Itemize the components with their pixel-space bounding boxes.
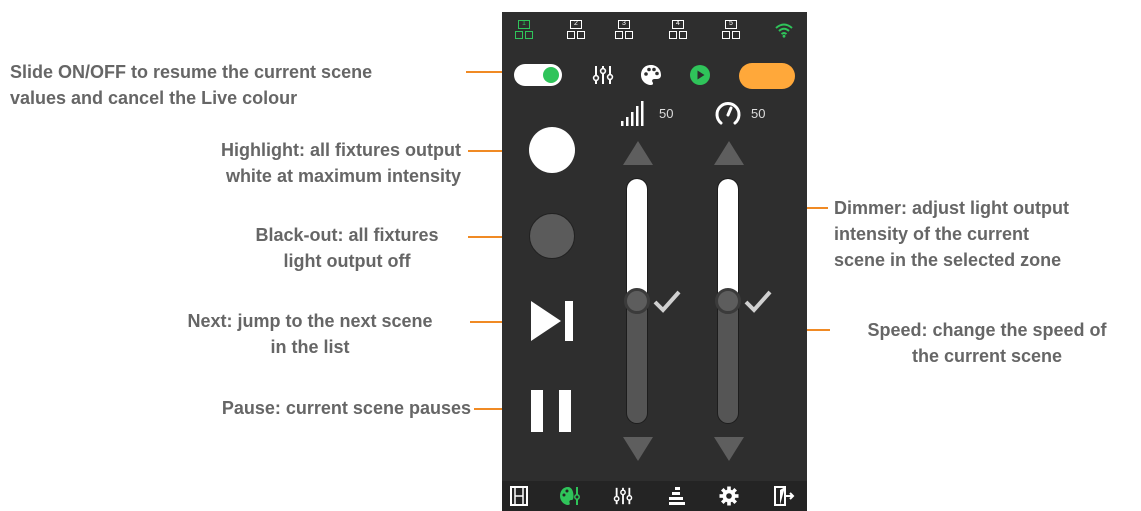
sliders-icon[interactable]: [592, 64, 614, 86]
toggle-knob: [543, 67, 559, 83]
palette-settings-icon[interactable]: [559, 485, 581, 507]
zone-3-button[interactable]: 3: [615, 20, 633, 40]
speed-confirm-check-icon[interactable]: [743, 288, 773, 314]
bottom-nav: [502, 481, 807, 511]
speed-down-arrow-icon[interactable]: [713, 436, 745, 462]
zone-5-button[interactable]: 5: [722, 20, 740, 40]
zone-2-button[interactable]: 2: [567, 20, 585, 40]
speed-gauge-icon: [715, 102, 741, 125]
dimmer-up-arrow-icon[interactable]: [622, 140, 654, 166]
pause-button[interactable]: [529, 385, 575, 435]
play-icon[interactable]: [689, 64, 711, 86]
dimmer-slider-handle[interactable]: [624, 288, 650, 314]
annotation-speed: Speed: change the speed of the current s…: [867, 320, 1107, 366]
dimmer-down-arrow-icon[interactable]: [622, 436, 654, 462]
exit-icon[interactable]: [773, 486, 795, 506]
live-colour-swatch[interactable]: [739, 63, 795, 89]
annotation-pause: Pause: current scene pauses: [221, 398, 471, 418]
zone-1-icon: 1: [518, 20, 530, 29]
dimmer-value: 50: [659, 106, 674, 121]
annotation-blackout: Black-out: all fixtures light output off: [255, 225, 439, 271]
next-scene-button[interactable]: [530, 298, 576, 344]
sliders-nav-icon[interactable]: [613, 486, 633, 506]
highlight-button[interactable]: [529, 127, 575, 173]
dimmer-confirm-check-icon[interactable]: [652, 288, 682, 314]
palette-icon[interactable]: [640, 64, 662, 86]
annotation-dimmer: Dimmer: adjust light output intensity of…: [834, 198, 1069, 270]
speed-value: 50: [751, 106, 766, 121]
speed-slider-fill: [718, 179, 738, 302]
wifi-icon[interactable]: [774, 22, 794, 38]
zone-3-icon: 3: [618, 20, 630, 29]
dimmer-slider-fill: [627, 179, 647, 302]
zone-2-icon: 2: [570, 20, 582, 29]
zone-5-icon: 5: [725, 20, 737, 29]
app-screen: 1 2 3 4 5 50 50: [502, 12, 807, 511]
zone-4-icon: 4: [672, 20, 684, 29]
blackout-button[interactable]: [529, 213, 575, 259]
zone-4-button[interactable]: 4: [669, 20, 687, 40]
equalizer-icon[interactable]: [667, 486, 687, 506]
annotation-slide: Slide ON/OFF to resume the current scene…: [10, 62, 373, 108]
annotation-next: Next: jump to the next scene in the list: [187, 311, 433, 357]
film-icon[interactable]: [509, 486, 529, 506]
dimmer-icon: [621, 101, 644, 126]
live-toggle[interactable]: [514, 64, 562, 86]
zone-1-button[interactable]: 1: [515, 20, 533, 40]
gear-icon[interactable]: [719, 486, 739, 506]
annotation-highlight: Highlight: all fixtures output white at …: [221, 140, 461, 186]
speed-slider-handle[interactable]: [715, 288, 741, 314]
speed-up-arrow-icon[interactable]: [713, 140, 745, 166]
